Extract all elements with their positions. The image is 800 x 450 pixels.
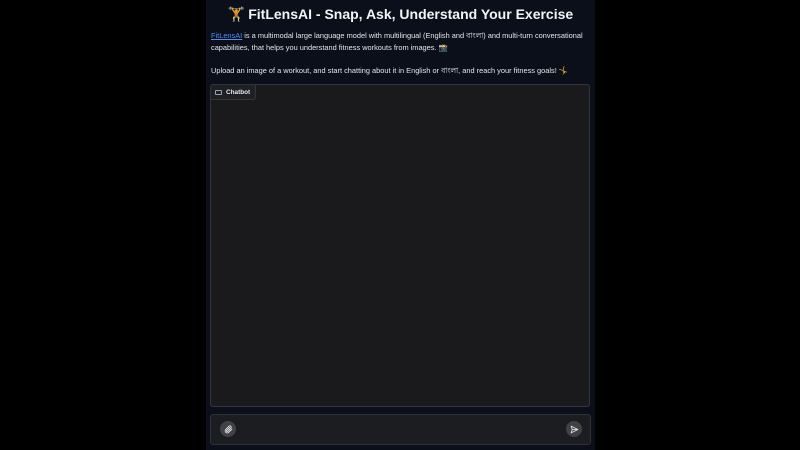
chat-icon — [215, 89, 222, 95]
intro-paragraph: FitLensAI is a multimodal large language… — [211, 30, 591, 54]
chatbot-label: Chatbot — [211, 85, 257, 100]
send-button[interactable] — [566, 421, 582, 437]
page-title-text: FitLensAI - Snap, Ask, Understand Your E… — [248, 6, 574, 22]
paperclip-icon — [224, 424, 232, 433]
send-icon — [570, 425, 578, 433]
description: FitLensAI is a multimodal large language… — [211, 30, 591, 77]
intro-text: is a multimodal large language model wit… — [211, 31, 583, 52]
attach-button[interactable] — [220, 421, 236, 437]
fitlensai-link[interactable]: FitLensAI — [211, 31, 242, 40]
chatbot-panel[interactable]: Chatbot — [210, 84, 590, 407]
app-container: 🏋 FitLensAI - Snap, Ask, Understand Your … — [206, 0, 595, 450]
instructions-paragraph: Upload an image of a workout, and start … — [211, 66, 569, 75]
message-input[interactable] — [241, 421, 565, 439]
message-input-bar — [210, 414, 591, 445]
chatbot-label-text: Chatbot — [226, 88, 251, 96]
page-title: 🏋 FitLensAI - Snap, Ask, Understand Your … — [206, 4, 595, 24]
weightlifter-icon: 🏋 — [227, 7, 246, 23]
